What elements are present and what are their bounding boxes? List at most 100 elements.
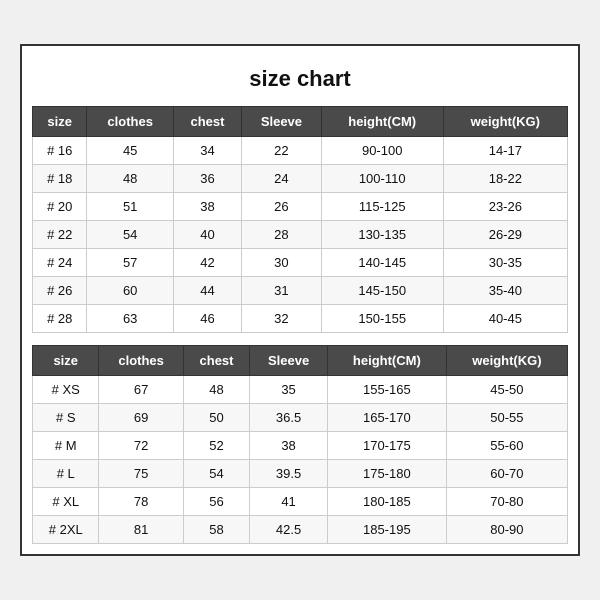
table-cell: 115-125 [321,193,443,221]
table2-header-cell: Sleeve [250,346,328,376]
table-cell: 78 [99,488,183,516]
table-cell: 35 [250,376,328,404]
table-cell: # XL [33,488,99,516]
table-cell: 39.5 [250,460,328,488]
section-divider [32,333,568,345]
table1-header-row: sizeclotheschestSleeveheight(CM)weight(K… [33,107,568,137]
table-cell: # 2XL [33,516,99,544]
table-cell: 36 [173,165,241,193]
table-cell: 54 [87,221,173,249]
table-cell: 35-40 [443,277,567,305]
table-row: # 24574230140-14530-35 [33,249,568,277]
table-cell: 145-150 [321,277,443,305]
table-row: # 26604431145-15035-40 [33,277,568,305]
table-cell: 48 [183,376,249,404]
table-cell: 51 [87,193,173,221]
table-cell: 67 [99,376,183,404]
table-cell: 63 [87,305,173,333]
table-cell: 30 [242,249,322,277]
table-cell: 100-110 [321,165,443,193]
table-cell: 55-60 [446,432,567,460]
table-row: # 22544028130-13526-29 [33,221,568,249]
table-cell: # 22 [33,221,87,249]
table-cell: 80-90 [446,516,567,544]
table-cell: 41 [250,488,328,516]
table-cell: 22 [242,137,322,165]
table-row: # M725238170-17555-60 [33,432,568,460]
table-cell: 165-170 [327,404,446,432]
table-cell: 45 [87,137,173,165]
table-cell: 150-155 [321,305,443,333]
table1-header-cell: clothes [87,107,173,137]
table-cell: 34 [173,137,241,165]
table-cell: # S [33,404,99,432]
table-cell: 175-180 [327,460,446,488]
table2-header-row: sizeclotheschestSleeveheight(CM)weight(K… [33,346,568,376]
table-cell: 38 [250,432,328,460]
table-cell: 54 [183,460,249,488]
table-cell: 72 [99,432,183,460]
table-cell: 28 [242,221,322,249]
table-cell: 155-165 [327,376,446,404]
table-cell: # 24 [33,249,87,277]
table-cell: 60 [87,277,173,305]
table-cell: 48 [87,165,173,193]
table-row: # L755439.5175-18060-70 [33,460,568,488]
table-row: # 28634632150-15540-45 [33,305,568,333]
table-cell: 14-17 [443,137,567,165]
table2-header-cell: height(CM) [327,346,446,376]
table-cell: 23-26 [443,193,567,221]
table-cell: 31 [242,277,322,305]
table-cell: 58 [183,516,249,544]
size-chart-container: size chart sizeclotheschestSleeveheight(… [20,44,580,556]
table-row: # 2XL815842.5185-19580-90 [33,516,568,544]
table-cell: 70-80 [446,488,567,516]
table-cell: # 20 [33,193,87,221]
table1-header-cell: Sleeve [242,107,322,137]
table-cell: 60-70 [446,460,567,488]
table-row: # 20513826115-12523-26 [33,193,568,221]
table-cell: # 28 [33,305,87,333]
table-row: # XS674835155-16545-50 [33,376,568,404]
table-cell: 44 [173,277,241,305]
table-cell: 185-195 [327,516,446,544]
table-cell: # M [33,432,99,460]
table1-header-cell: chest [173,107,241,137]
table-row: # XL785641180-18570-80 [33,488,568,516]
table-cell: 40 [173,221,241,249]
table-cell: 180-185 [327,488,446,516]
table-row: # S695036.5165-17050-55 [33,404,568,432]
table-cell: 40-45 [443,305,567,333]
table-cell: 26-29 [443,221,567,249]
table-row: # 18483624100-11018-22 [33,165,568,193]
table-cell: 38 [173,193,241,221]
table-cell: 50-55 [446,404,567,432]
chart-title: size chart [32,56,568,106]
table1-header-cell: height(CM) [321,107,443,137]
table-cell: 26 [242,193,322,221]
table2-header-cell: size [33,346,99,376]
size-table-2: sizeclotheschestSleeveheight(CM)weight(K… [32,345,568,544]
table-cell: 42 [173,249,241,277]
table-cell: # L [33,460,99,488]
table2-header-cell: weight(KG) [446,346,567,376]
table-cell: # XS [33,376,99,404]
table-cell: 130-135 [321,221,443,249]
table1-header-cell: weight(KG) [443,107,567,137]
table-cell: 170-175 [327,432,446,460]
table-cell: 18-22 [443,165,567,193]
table-cell: 32 [242,305,322,333]
table-cell: 69 [99,404,183,432]
table-cell: 57 [87,249,173,277]
table-row: # 1645342290-10014-17 [33,137,568,165]
table-cell: # 26 [33,277,87,305]
table-cell: 56 [183,488,249,516]
table2-header-cell: clothes [99,346,183,376]
table-cell: 36.5 [250,404,328,432]
table-cell: 75 [99,460,183,488]
table-cell: # 18 [33,165,87,193]
table-cell: 81 [99,516,183,544]
table-cell: 42.5 [250,516,328,544]
table-cell: 46 [173,305,241,333]
table-cell: 24 [242,165,322,193]
